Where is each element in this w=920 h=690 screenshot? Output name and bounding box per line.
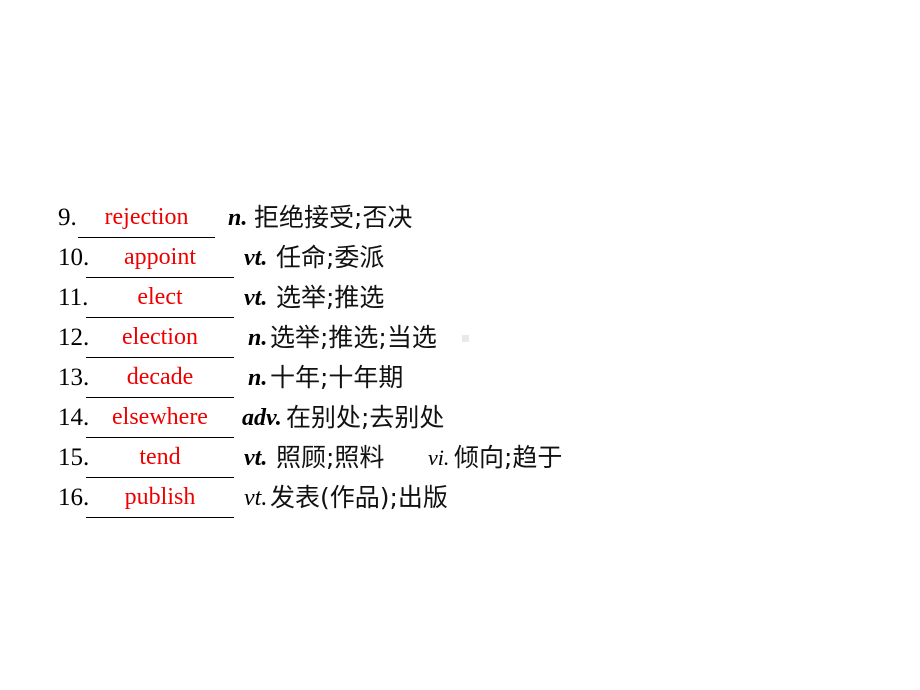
vocabulary-entry: 9. rejection n. 拒绝接受;否决 xyxy=(58,198,898,238)
vocabulary-entry-list: 9. rejection n. 拒绝接受;否决 10. appoint vt. … xyxy=(58,198,898,518)
answer-blank[interactable]: election xyxy=(86,318,234,358)
answer-word: elect xyxy=(137,284,183,310)
vocabulary-entry: 13. decade n. 十年;十年期 xyxy=(58,358,898,398)
answer-blank[interactable]: rejection xyxy=(78,198,215,238)
answer-blank[interactable]: tend xyxy=(86,438,234,478)
part-of-speech: n. xyxy=(228,205,248,231)
vocabulary-entry: 16. publish vt. 发表(作品);出版 xyxy=(58,478,898,518)
answer-blank[interactable]: appoint xyxy=(86,238,234,278)
vocabulary-entry: 11. elect vt. 选举;推选 xyxy=(58,278,898,318)
chinese-gloss: 选举;推选;当选 xyxy=(270,323,437,352)
entry-number: 11. xyxy=(58,284,89,311)
answer-blank[interactable]: decade xyxy=(86,358,234,398)
part-of-speech: n. xyxy=(248,365,268,391)
answer-blank[interactable]: elect xyxy=(86,278,234,318)
answer-word: rejection xyxy=(104,204,189,230)
chinese-gloss: 发表(作品);出版 xyxy=(270,483,448,512)
chinese-gloss: 十年;十年期 xyxy=(270,363,404,392)
entry-number: 10. xyxy=(58,244,90,271)
part-of-speech: adv. xyxy=(242,405,282,431)
entry-number: 16. xyxy=(58,484,90,511)
chinese-gloss: 在别处;去别处 xyxy=(286,403,445,432)
answer-blank[interactable]: elsewhere xyxy=(86,398,234,438)
answer-word: tend xyxy=(139,444,181,470)
answer-word: election xyxy=(122,324,198,350)
chinese-gloss: 选举;推选 xyxy=(276,283,385,312)
entry-number: 13. xyxy=(58,364,90,391)
part-of-speech: vt. xyxy=(244,485,268,511)
slide-canvas: 9. rejection n. 拒绝接受;否决 10. appoint vt. … xyxy=(0,0,920,690)
chinese-gloss: 任命;委派 xyxy=(276,243,385,272)
answer-word: appoint xyxy=(124,244,196,270)
chinese-gloss: 照顾;照料 xyxy=(276,443,385,472)
vocabulary-entry: 10. appoint vt. 任命;委派 xyxy=(58,238,898,278)
entry-number: 9. xyxy=(58,204,77,231)
vocabulary-entry: 12. election n. 选举;推选;当选 xyxy=(58,318,898,358)
part-of-speech: n. xyxy=(248,325,268,351)
part-of-speech: vt. xyxy=(244,445,268,471)
entry-number: 14. xyxy=(58,404,90,431)
vocabulary-entry: 15. tend vt. 照顾;照料 vi. 倾向;趋于 xyxy=(58,438,898,478)
part-of-speech: vt. xyxy=(244,285,268,311)
render-artifact-speck xyxy=(462,335,469,342)
part-of-speech: vt. xyxy=(244,245,268,271)
vocabulary-entry: 14. elsewhere adv. 在别处;去别处 xyxy=(58,398,898,438)
chinese-gloss: 拒绝接受;否决 xyxy=(254,203,413,232)
entry-number: 15. xyxy=(58,444,90,471)
part-of-speech-secondary: vi. xyxy=(428,445,450,470)
answer-blank[interactable]: publish xyxy=(86,478,234,518)
chinese-gloss-secondary: 倾向;趋于 xyxy=(454,443,563,472)
answer-word: decade xyxy=(126,364,194,390)
answer-word: elsewhere xyxy=(112,404,208,430)
answer-word: publish xyxy=(124,484,196,510)
entry-number: 12. xyxy=(58,324,90,351)
